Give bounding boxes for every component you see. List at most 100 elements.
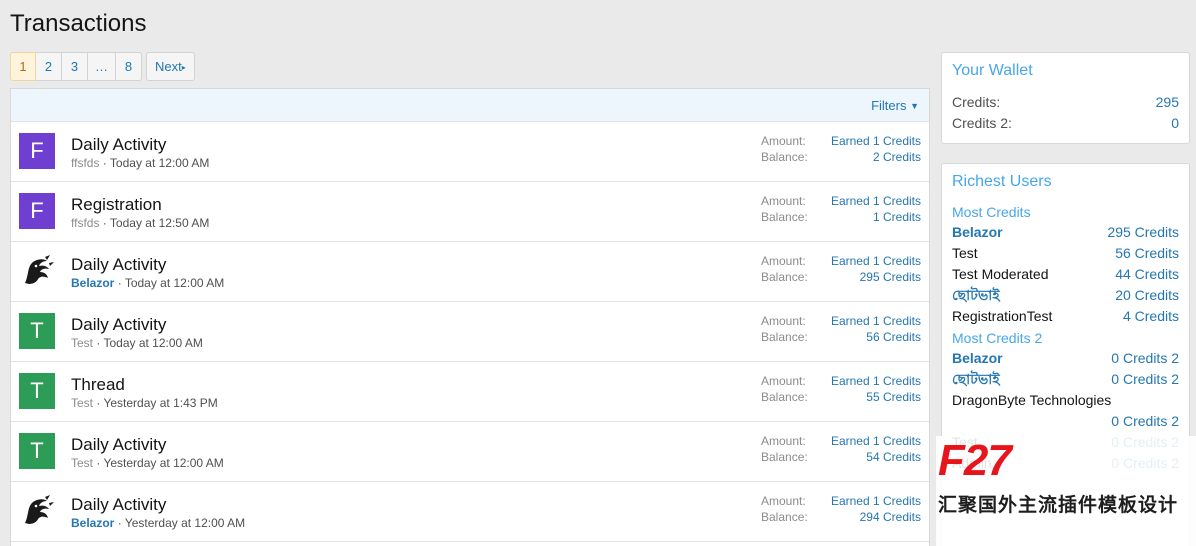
filters-button[interactable]: Filters ▼	[871, 98, 919, 113]
balance-value[interactable]: 54 Credits	[831, 449, 921, 465]
transaction-title: Daily Activity	[71, 495, 167, 514]
balance-value[interactable]: 1 Credits	[831, 209, 921, 225]
transaction-list: F Daily Activity ffsfds · Today at 12:00 A…	[11, 122, 929, 542]
transaction-title: Daily Activity	[71, 255, 167, 274]
richest-user-row: Belazor 295 Credits	[952, 222, 1179, 243]
wallet-credits2-row: Credits 2: 0	[952, 113, 1179, 134]
transaction-user[interactable]: Belazor	[71, 516, 114, 530]
amount-value[interactable]: Earned 1 Credits	[831, 433, 921, 449]
richest-user-name[interactable]: ছোটভাই	[952, 369, 1000, 390]
transaction-time: Yesterday at 12:00 AM	[124, 516, 246, 530]
next-arrow-icon: ▸	[181, 63, 186, 72]
transaction-row: T Daily Activity Test · Yesterday at 12:00…	[11, 422, 929, 482]
transaction-user[interactable]: ffsfds	[71, 156, 99, 170]
wallet-credits-value[interactable]: 295	[1156, 92, 1179, 113]
most-credits-heading[interactable]: Most Credits	[952, 202, 1179, 222]
transaction-labels: Amount: Balance:	[761, 493, 808, 525]
most-credits-2-heading[interactable]: Most Credits 2	[952, 328, 1179, 348]
wallet-credits2-label: Credits 2:	[952, 115, 1012, 131]
transaction-time: Today at 12:00 AM	[109, 156, 210, 170]
balance-label: Balance:	[761, 330, 808, 344]
page-8-link[interactable]: 8	[116, 52, 142, 81]
transaction-row: Daily Activity Belazor · Yesterday at 12:…	[11, 482, 929, 542]
wallet-block: Your Wallet Credits: 295 Credits 2: 0	[941, 52, 1190, 144]
balance-value[interactable]: 56 Credits	[831, 329, 921, 345]
transaction-time: Yesterday at 12:00 AM	[103, 456, 224, 470]
dragon-avatar-icon[interactable]	[19, 253, 55, 289]
transaction-user[interactable]: ffsfds	[71, 216, 99, 230]
richest-user-name[interactable]: Test Moderated	[952, 264, 1049, 285]
balance-value[interactable]: 2 Credits	[831, 149, 921, 165]
wallet-title[interactable]: Your Wallet	[952, 62, 1179, 80]
transaction-time: Today at 12:00 AM	[103, 336, 203, 350]
caret-down-icon: ▼	[910, 101, 919, 111]
balance-value[interactable]: 295 Credits	[831, 269, 921, 285]
transaction-title: Thread	[71, 375, 125, 394]
amount-label: Amount:	[761, 314, 806, 328]
avatar[interactable]: T	[19, 313, 55, 349]
balance-value[interactable]: 55 Credits	[831, 389, 921, 405]
transaction-title: Daily Activity	[71, 315, 167, 334]
page-3-link[interactable]: 3	[62, 52, 88, 81]
pagination: 1 2 3 … 8 Next▸	[10, 52, 195, 81]
next-page-button[interactable]: Next▸	[146, 52, 195, 81]
transaction-row: F Daily Activity ffsfds · Today at 12:00 A…	[11, 122, 929, 182]
richest-user-name[interactable]: Test	[952, 243, 978, 264]
amount-value[interactable]: Earned 1 Credits	[831, 253, 921, 269]
transaction-meta: Test · Yesterday at 1:43 PM	[71, 396, 218, 410]
balance-label: Balance:	[761, 150, 808, 164]
watermark-overlay: F27 汇聚国外主流插件模板设计	[936, 436, 1196, 546]
richest-user-name[interactable]: Belazor	[952, 222, 1003, 243]
avatar[interactable]: T	[19, 373, 55, 409]
avatar[interactable]: F	[19, 193, 55, 229]
transaction-values: Earned 1 Credits 54 Credits	[831, 433, 921, 465]
transaction-row: F Registration ffsfds · Today at 12:50 AM A…	[11, 182, 929, 242]
transaction-user[interactable]: Test	[71, 396, 93, 410]
richest-user-name[interactable]: DragonByte Technologies	[952, 390, 1111, 411]
transaction-meta: Belazor · Yesterday at 12:00 AM	[71, 516, 246, 530]
amount-label: Amount:	[761, 434, 806, 448]
dragon-avatar-icon[interactable]	[19, 493, 55, 529]
transaction-labels: Amount: Balance:	[761, 433, 808, 465]
richest-user-value: 0 Credits 2	[1111, 371, 1179, 387]
amount-value[interactable]: Earned 1 Credits	[831, 193, 921, 209]
page-2-link[interactable]: 2	[36, 52, 62, 81]
amount-value[interactable]: Earned 1 Credits	[831, 493, 921, 509]
transaction-user[interactable]: Belazor	[71, 276, 114, 290]
transaction-labels: Amount: Balance:	[761, 373, 808, 405]
avatar[interactable]: T	[19, 433, 55, 469]
richest-user-row: Test 56 Credits	[952, 243, 1179, 264]
richest-user-row: ছোটভাই 0 Credits 2	[952, 369, 1179, 390]
wallet-credits-row: Credits: 295	[952, 92, 1179, 113]
transaction-labels: Amount: Balance:	[761, 193, 808, 225]
transaction-user[interactable]: Test	[71, 456, 93, 470]
transaction-user[interactable]: Test	[71, 336, 93, 350]
richest-user-value: 0 Credits 2	[1111, 413, 1179, 429]
page-1-link[interactable]: 1	[10, 52, 36, 81]
balance-value[interactable]: 294 Credits	[831, 509, 921, 525]
page-skip-button[interactable]: …	[88, 52, 116, 81]
richest-user-name[interactable]: ছোটভাই	[952, 285, 1000, 306]
amount-label: Amount:	[761, 134, 806, 148]
avatar[interactable]: F	[19, 133, 55, 169]
richest-user-value: 20 Credits	[1115, 287, 1179, 303]
richest-user-value: 44 Credits	[1115, 266, 1179, 282]
transaction-values: Earned 1 Credits 295 Credits	[831, 253, 921, 285]
page-title: Transactions	[10, 10, 147, 37]
transactions-panel: Filters ▼ F Daily Activity ffsfds · Today …	[10, 88, 930, 546]
richest-title[interactable]: Richest Users	[952, 173, 1179, 191]
transaction-labels: Amount: Balance:	[761, 133, 808, 165]
balance-label: Balance:	[761, 210, 808, 224]
amount-value[interactable]: Earned 1 Credits	[831, 313, 921, 329]
transaction-meta: ffsfds · Today at 12:50 AM	[71, 216, 210, 230]
watermark-logo: F27	[938, 436, 1012, 485]
richest-user-value: 295 Credits	[1107, 224, 1179, 240]
amount-label: Amount:	[761, 374, 806, 388]
wallet-credits2-value[interactable]: 0	[1171, 113, 1179, 134]
most-credits-list: Belazor 295 Credits Test 56 Credits Test Mod…	[952, 222, 1179, 327]
balance-label: Balance:	[761, 450, 808, 464]
richest-user-name[interactable]: Belazor	[952, 348, 1003, 369]
amount-value[interactable]: Earned 1 Credits	[831, 133, 921, 149]
amount-value[interactable]: Earned 1 Credits	[831, 373, 921, 389]
richest-user-name[interactable]: RegistrationTest	[952, 306, 1052, 327]
